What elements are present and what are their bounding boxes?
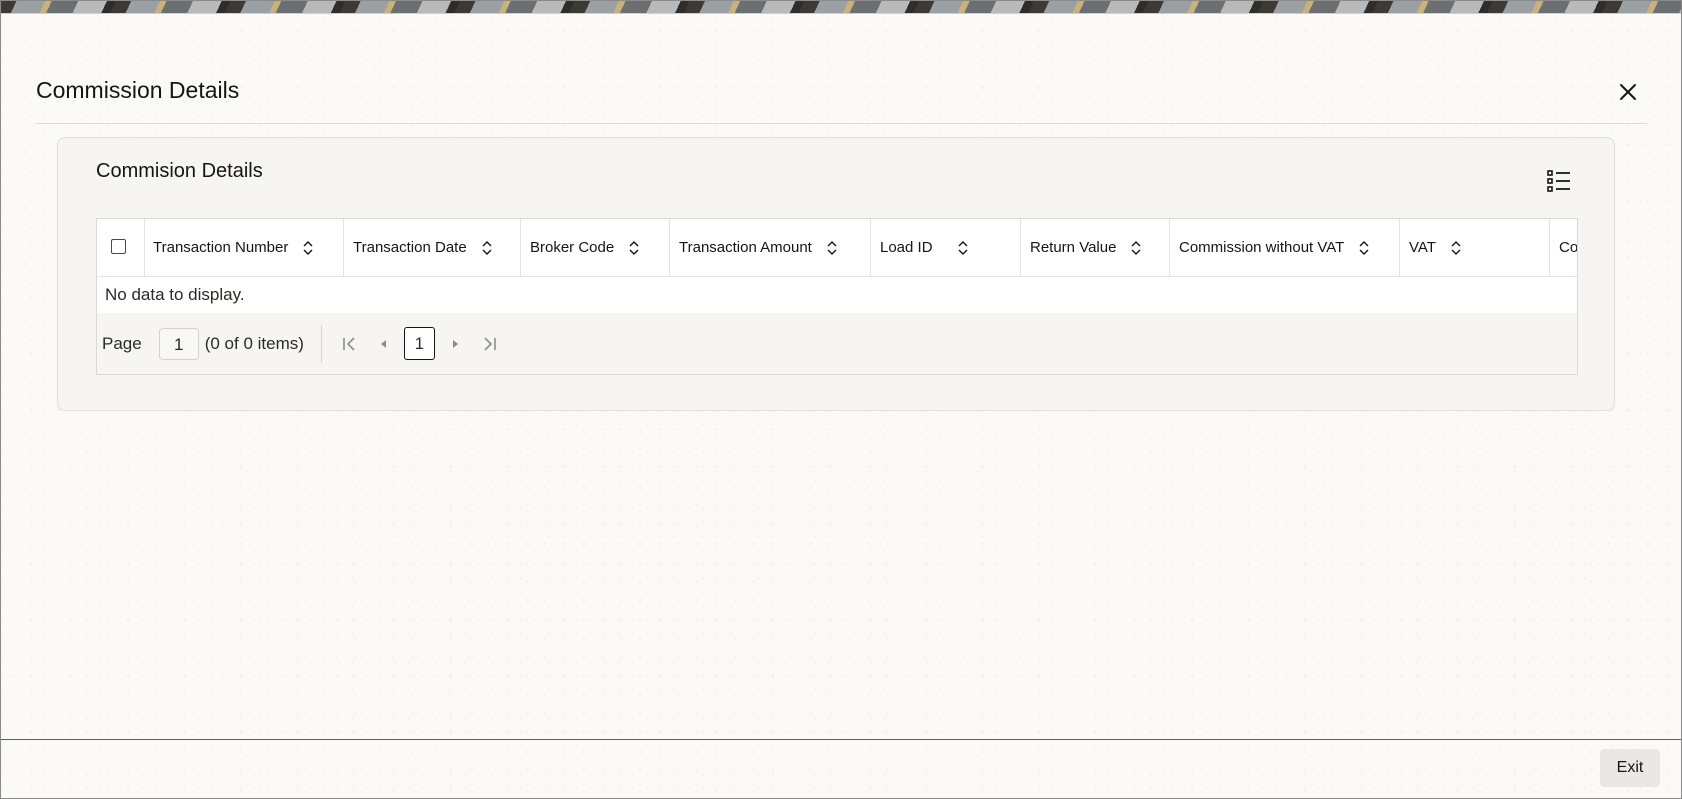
select-all-cell: [97, 219, 145, 276]
column-label: Transaction Date: [353, 239, 467, 256]
column-label: Return Value: [1030, 239, 1117, 256]
page-label: Page: [102, 333, 142, 353]
sort-icon: [482, 240, 492, 255]
column-header-broker-code[interactable]: Broker Code: [521, 219, 670, 276]
column-header-transaction-date[interactable]: Transaction Date: [344, 219, 521, 276]
column-list-icon[interactable]: [1546, 168, 1572, 194]
sort-icon: [958, 240, 968, 255]
last-page-icon: [484, 336, 496, 351]
title-divider: [35, 123, 1647, 124]
previous-page-button[interactable]: [366, 327, 400, 361]
column-label: Commission without VAT: [1179, 239, 1345, 256]
last-page-button[interactable]: [473, 327, 507, 361]
page-number-input[interactable]: 1: [158, 327, 199, 360]
close-icon: [1620, 84, 1636, 100]
first-page-icon: [343, 336, 355, 351]
sort-icon: [1359, 240, 1369, 255]
column-header-truncated[interactable]: Co: [1550, 219, 1578, 276]
empty-message: No data to display.: [97, 277, 1577, 313]
select-all-checkbox[interactable]: [111, 239, 126, 254]
column-header-load-id[interactable]: Load ID: [871, 219, 1021, 276]
current-page-button[interactable]: 1: [403, 327, 435, 360]
column-header-commission-without-vat[interactable]: Commission without VAT: [1170, 219, 1400, 276]
table-header: Transaction Number Transaction Date Brok…: [97, 219, 1578, 277]
column-label: Transaction Number: [153, 239, 289, 256]
first-page-button[interactable]: [332, 327, 366, 361]
footer-divider: [1, 739, 1681, 740]
column-label: Load ID: [880, 239, 933, 256]
column-header-transaction-amount[interactable]: Transaction Amount: [670, 219, 871, 276]
column-header-transaction-number[interactable]: Transaction Number: [144, 219, 344, 276]
column-label: Broker Code: [530, 239, 615, 256]
items-count: (0 of 0 items): [204, 333, 304, 353]
sort-icon: [303, 240, 313, 255]
sort-icon: [1451, 240, 1461, 255]
panel-title: Commision Details: [96, 160, 263, 182]
column-label: Co: [1559, 239, 1578, 256]
column-label: Transaction Amount: [679, 239, 812, 256]
decorative-header-strip: [1, 1, 1681, 14]
next-page-icon: [452, 339, 458, 348]
column-header-vat[interactable]: VAT: [1400, 219, 1550, 276]
next-page-button[interactable]: [439, 327, 473, 361]
commission-table: Transaction Number Transaction Date Brok…: [96, 218, 1578, 375]
sort-icon: [629, 240, 639, 255]
column-label: VAT: [1409, 239, 1436, 256]
pager-divider: [320, 324, 322, 363]
column-header-return-value[interactable]: Return Value: [1021, 219, 1170, 276]
close-button[interactable]: [1613, 77, 1643, 107]
commission-details-panel: Commision Details Transaction Number Tra…: [57, 137, 1615, 411]
dialog-title: Commission Details: [36, 77, 240, 103]
previous-page-icon: [380, 339, 386, 348]
pagination-bar: Page 1 (0 of 0 items) 1: [97, 313, 1577, 374]
commission-details-window: Commission Details Commision Details Tra…: [0, 0, 1682, 799]
exit-button[interactable]: Exit: [1600, 749, 1660, 787]
sort-icon: [1131, 240, 1141, 255]
sort-icon: [827, 240, 837, 255]
